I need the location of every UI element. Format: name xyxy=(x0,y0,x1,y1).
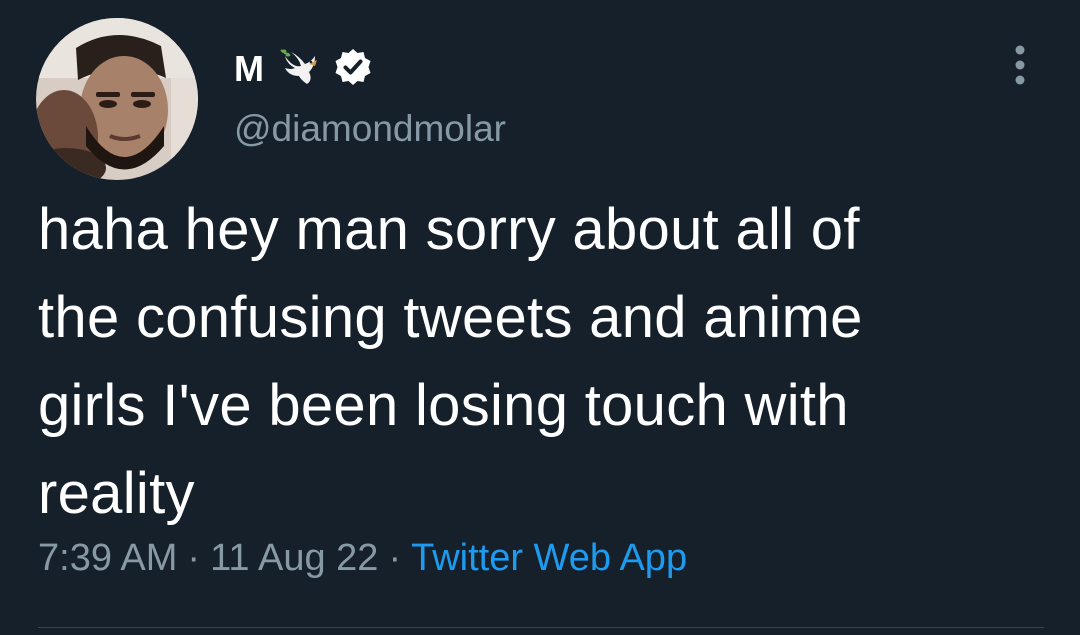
author-avatar[interactable] xyxy=(36,18,198,180)
author-name-row: M xyxy=(234,42,373,96)
tweet-time[interactable]: 7:39 AM xyxy=(38,537,177,579)
tweet-card: M @diamondmolar haha hey man sorry about… xyxy=(0,0,1080,635)
avatar-photo-icon xyxy=(36,18,198,180)
author-display-name[interactable]: M xyxy=(234,48,265,90)
more-options-button[interactable] xyxy=(1000,40,1040,90)
divider xyxy=(38,627,1044,628)
more-dots-icon xyxy=(1015,45,1025,85)
verified-badge-icon xyxy=(333,47,373,92)
tweet-meta-row: 7:39 AM · 11 Aug 22 · Twitter Web App xyxy=(38,537,687,580)
tweet-text: haha hey man sorry about all of the conf… xyxy=(38,197,863,526)
meta-separator: · xyxy=(187,537,201,579)
meta-separator: · xyxy=(388,537,402,579)
tweet-source-link[interactable]: Twitter Web App xyxy=(411,537,687,579)
tweet-date[interactable]: 11 Aug 22 xyxy=(210,537,378,579)
dove-icon xyxy=(279,46,321,93)
author-handle[interactable]: @diamondmolar xyxy=(234,108,506,150)
